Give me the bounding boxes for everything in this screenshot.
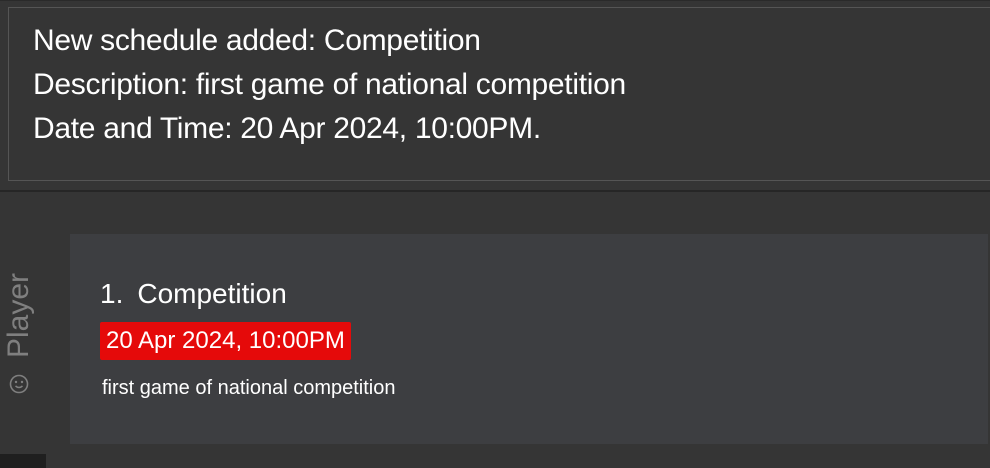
schedule-datetime-badge: 20 Apr 2024, 10:00PM: [100, 322, 351, 360]
player-tab[interactable]: Player: [0, 248, 48, 418]
result-line-description: Description: first game of national comp…: [33, 68, 626, 101]
player-tab-label: Player: [2, 272, 35, 358]
result-line-title: New schedule added: Competition: [33, 24, 481, 57]
schedule-index: 1.: [100, 278, 124, 309]
result-display: New schedule added: Competition Descript…: [0, 0, 990, 192]
schedule-name: Competition: [137, 278, 287, 309]
app-window: New schedule added: Competition Descript…: [0, 0, 990, 468]
bottom-divider: [0, 454, 46, 468]
schedule-title: 1. Competition: [100, 278, 287, 310]
smile-icon: [9, 368, 29, 394]
result-line-datetime: Date and Time: 20 Apr 2024, 10:00PM.: [33, 112, 541, 145]
schedule-card[interactable]: 1. Competition 20 Apr 2024, 10:00PM firs…: [70, 234, 988, 444]
result-text-area[interactable]: New schedule added: Competition Descript…: [8, 7, 990, 181]
schedule-description: first game of national competition: [102, 377, 396, 399]
player-tab-label-group: Player: [2, 272, 36, 394]
